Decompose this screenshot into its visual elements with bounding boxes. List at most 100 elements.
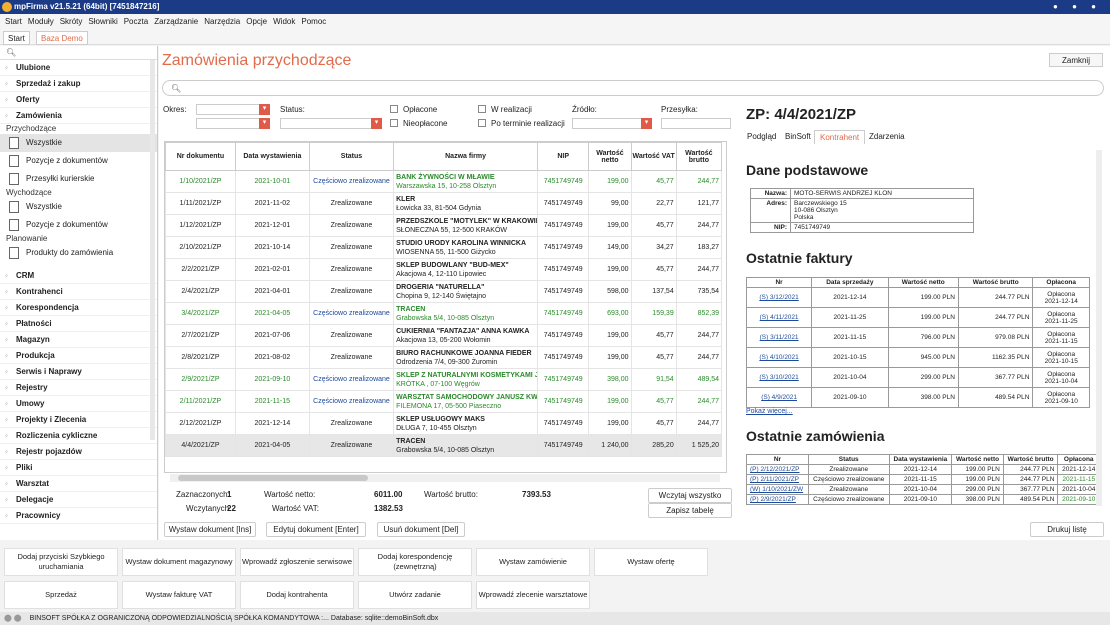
sidebar-search-input[interactable]: 🔍︎: [0, 46, 157, 60]
sidebar-group[interactable]: Magazyn: [0, 332, 157, 348]
quick-action-button[interactable]: Wprowadź zlecenie warsztatowe: [476, 581, 590, 609]
sidebar-group[interactable]: Warsztat: [0, 476, 157, 492]
sidebar-group[interactable]: Umowy: [0, 396, 157, 412]
table-row[interactable]: 1/11/2021/ZP 2021-11-02 Zrealizowane KLER Ło…: [165, 192, 723, 215]
okres-from-field[interactable]: [196, 104, 260, 115]
sidebar-group[interactable]: Kontrahenci: [0, 284, 157, 300]
sidebar-item[interactable]: Przesyłki kurierskie: [0, 170, 157, 188]
przesylka-select[interactable]: [661, 118, 731, 129]
table-row[interactable]: 2/8/2021/ZP 2021-08-02 Zrealizowane BIURO R…: [165, 346, 723, 369]
table-row[interactable]: 2/12/2021/ZP 2021-12-14 Zrealizowane SKLEP …: [165, 412, 723, 435]
tab-podglad[interactable]: Podgląd: [742, 130, 781, 144]
tab-kontrahent[interactable]: Kontrahent: [814, 130, 866, 144]
sidebar-scrollbar[interactable]: [150, 60, 155, 440]
sidebar-group[interactable]: Korespondencja: [0, 300, 157, 316]
detail-scrollbar[interactable]: [1096, 150, 1102, 506]
search-input[interactable]: 🔍︎: [162, 80, 1104, 96]
quick-action-button[interactable]: Utwórz zadanie: [358, 581, 472, 609]
invoice-link[interactable]: (S) 4/10/2021: [759, 354, 798, 361]
invoice-link[interactable]: (S) 4/11/2021: [760, 314, 799, 321]
column-header[interactable]: Data wystawienia: [234, 142, 310, 171]
save-table-button[interactable]: Zapisz tabelę: [648, 503, 732, 518]
sidebar-group[interactable]: Ulubione: [0, 60, 157, 76]
column-header[interactable]: Status: [308, 142, 395, 171]
menu-item[interactable]: Słowniki: [88, 17, 117, 26]
tab-binsoft[interactable]: BinSoft: [780, 130, 816, 144]
table-row[interactable]: 2/10/2021/ZP 2021-10-14 Zrealizowane STUDIO…: [165, 236, 723, 259]
invoice-link[interactable]: (S) 3/10/2021: [759, 374, 798, 381]
status-select[interactable]: [280, 118, 372, 129]
chevron-down-icon[interactable]: ▾: [371, 118, 382, 129]
sidebar-group[interactable]: Rozliczenia cykliczne: [0, 428, 157, 444]
tab-start[interactable]: Start: [3, 31, 30, 45]
table-row[interactable]: 1/10/2021/ZP 2021-10-01 Częściowo zrealizo…: [165, 170, 723, 193]
column-header[interactable]: Nr dokumentu: [165, 142, 236, 171]
show-more-link[interactable]: Pokaż więcej...: [746, 408, 793, 415]
column-header[interactable]: Wartość brutto: [675, 142, 723, 171]
close-button[interactable]: Zamknij: [1049, 53, 1103, 67]
sidebar-group[interactable]: Sprzedaż i zakup: [0, 76, 157, 92]
quick-action-button[interactable]: Dodaj kontrahenta: [240, 581, 354, 609]
table-row[interactable]: 4/4/2021/ZP 2021-04-05 Zrealizowane TRACEN G…: [165, 434, 723, 457]
sidebar-group[interactable]: Pracownicy: [0, 508, 157, 524]
table-row[interactable]: 2/2/2021/ZP 2021-02-01 Zrealizowane SKLEP B…: [165, 258, 723, 281]
table-row[interactable]: 2/7/2021/ZP 2021-07-06 Zrealizowane CUKIERN…: [165, 324, 723, 347]
window-controls[interactable]: ● ● ●: [1053, 0, 1102, 14]
sidebar-group[interactable]: Produkcja: [0, 348, 157, 364]
menu-item[interactable]: Moduły: [28, 17, 54, 26]
po-terminie-checkbox[interactable]: [478, 119, 486, 127]
sidebar-group[interactable]: Płatności: [0, 316, 157, 332]
sidebar-group[interactable]: Oferty: [0, 92, 157, 108]
print-list-button[interactable]: Drukuj listę: [1030, 522, 1104, 537]
order-link[interactable]: (P) 2/11/2021/ZP: [750, 476, 799, 483]
chevron-down-icon[interactable]: ▾: [259, 104, 270, 115]
okres-to-field[interactable]: [196, 118, 260, 129]
quick-action-button[interactable]: Wystaw dokument magazynowy: [122, 548, 236, 576]
sidebar-group[interactable]: Serwis i Naprawy: [0, 364, 157, 380]
chevron-down-icon[interactable]: ▾: [259, 118, 270, 129]
table-row[interactable]: 2/4/2021/ZP 2021-04-01 Zrealizowane DROGERI…: [165, 280, 723, 303]
nieoplacone-checkbox[interactable]: [390, 119, 398, 127]
oplacone-checkbox[interactable]: [390, 105, 398, 113]
tab-zdarzenia[interactable]: Zdarzenia: [864, 130, 910, 144]
delete-document-button[interactable]: Usuń dokument [Del]: [377, 522, 465, 537]
sidebar-group[interactable]: Delegacje: [0, 492, 157, 508]
column-header[interactable]: Nazwa firmy: [393, 142, 538, 171]
add-document-button[interactable]: Wystaw dokument [Ins]: [164, 522, 256, 537]
column-header[interactable]: Wartość VAT: [630, 142, 677, 171]
quick-action-button[interactable]: Dodaj przyciski Szybkiego uruchamiania: [4, 548, 118, 576]
menu-item[interactable]: Narzędzia: [204, 17, 240, 26]
sidebar-group[interactable]: CRM: [0, 268, 157, 284]
chevron-down-icon[interactable]: ▾: [641, 118, 652, 129]
invoice-link[interactable]: (S) 3/12/2021: [759, 294, 798, 301]
sidebar-group[interactable]: Pliki: [0, 460, 157, 476]
table-row[interactable]: 2/9/2021/ZP 2021-09-10 Częściowo zrealizow…: [165, 368, 723, 391]
quick-action-button[interactable]: Wystaw fakturę VAT: [122, 581, 236, 609]
quick-action-button[interactable]: Sprzedaż: [4, 581, 118, 609]
column-header[interactable]: Wartość netto: [588, 142, 632, 171]
grid-horizontal-scrollbar[interactable]: [170, 474, 720, 482]
quick-action-button[interactable]: Dodaj korespondencję (zewnętrzną): [358, 548, 472, 576]
w-realizacji-checkbox[interactable]: [478, 105, 486, 113]
invoice-link[interactable]: (S) 4/9/2021: [761, 394, 797, 401]
order-link[interactable]: (P) 2/9/2021/ZP: [750, 496, 796, 503]
quick-action-button[interactable]: Wprowadź zgłoszenie serwisowe: [240, 548, 354, 576]
invoice-link[interactable]: (S) 3/11/2021: [760, 334, 799, 341]
zrodlo-select[interactable]: [572, 118, 642, 129]
menu-item[interactable]: Widok: [273, 17, 295, 26]
quick-action-button[interactable]: Wystaw ofertę: [594, 548, 708, 576]
sidebar-item[interactable]: Pozycje z dokumentów: [0, 216, 157, 234]
order-link[interactable]: (P) 2/12/2021/ZP: [750, 466, 800, 473]
quick-action-button[interactable]: Wystaw zamówienie: [476, 548, 590, 576]
menu-item[interactable]: Poczta: [124, 17, 148, 26]
sidebar-item[interactable]: Wszystkie: [0, 134, 157, 152]
tab-baza-demo[interactable]: Baza Demo: [36, 31, 88, 45]
table-row[interactable]: 1/12/2021/ZP 2021-12-01 Zrealizowane PRZEDS…: [165, 214, 723, 237]
order-link[interactable]: (W) 1/10/2021/ZW: [750, 486, 803, 493]
sidebar-item[interactable]: Wszystkie: [0, 198, 157, 216]
menu-item[interactable]: Zarządzanie: [154, 17, 198, 26]
sidebar-group[interactable]: Projekty i Zlecenia: [0, 412, 157, 428]
sidebar-group[interactable]: Rejestr pojazdów: [0, 444, 157, 460]
edit-document-button[interactable]: Edytuj dokument [Enter]: [266, 522, 366, 537]
column-header[interactable]: NIP: [536, 142, 590, 171]
